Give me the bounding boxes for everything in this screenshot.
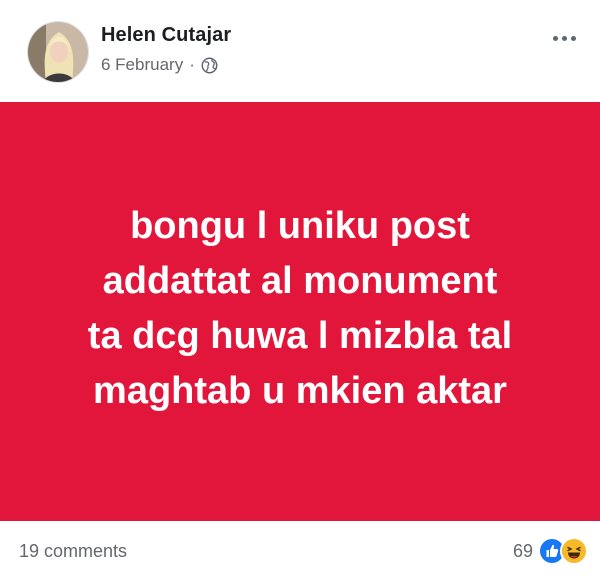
meta-separator: · — [189, 55, 195, 74]
author-name[interactable]: Helen Cutajar — [101, 24, 231, 47]
haha-icon — [560, 537, 588, 565]
reaction-count: 69 — [512, 540, 533, 561]
globe-icon[interactable] — [201, 57, 218, 74]
post-meta: 6 February · — [101, 55, 218, 75]
more-dot — [553, 36, 558, 41]
more-dot — [562, 36, 567, 41]
post-text: bongu l uniku post addattat al monument … — [20, 199, 580, 419]
post-text-line: addattat al monument — [102, 259, 498, 302]
post-header: Helen Cutajar 6 February · — [0, 0, 600, 102]
post-background: bongu l uniku post addattat al monument … — [0, 102, 600, 521]
reactions-summary[interactable]: 69 — [513, 537, 588, 565]
comments-count[interactable]: 19 comments — [19, 541, 127, 562]
post-footer: 19 comments 69 — [0, 521, 600, 583]
more-dot — [571, 36, 576, 41]
post-text-line: maghtab u mkien aktar — [93, 369, 507, 412]
post-text-line: ta dcg huwa l mizbla tal — [87, 314, 513, 357]
author-avatar[interactable] — [27, 21, 89, 83]
post-text-line: bongu l uniku post — [130, 204, 470, 247]
more-options-icon[interactable] — [553, 36, 576, 41]
post-date[interactable]: 6 February — [101, 55, 183, 75]
